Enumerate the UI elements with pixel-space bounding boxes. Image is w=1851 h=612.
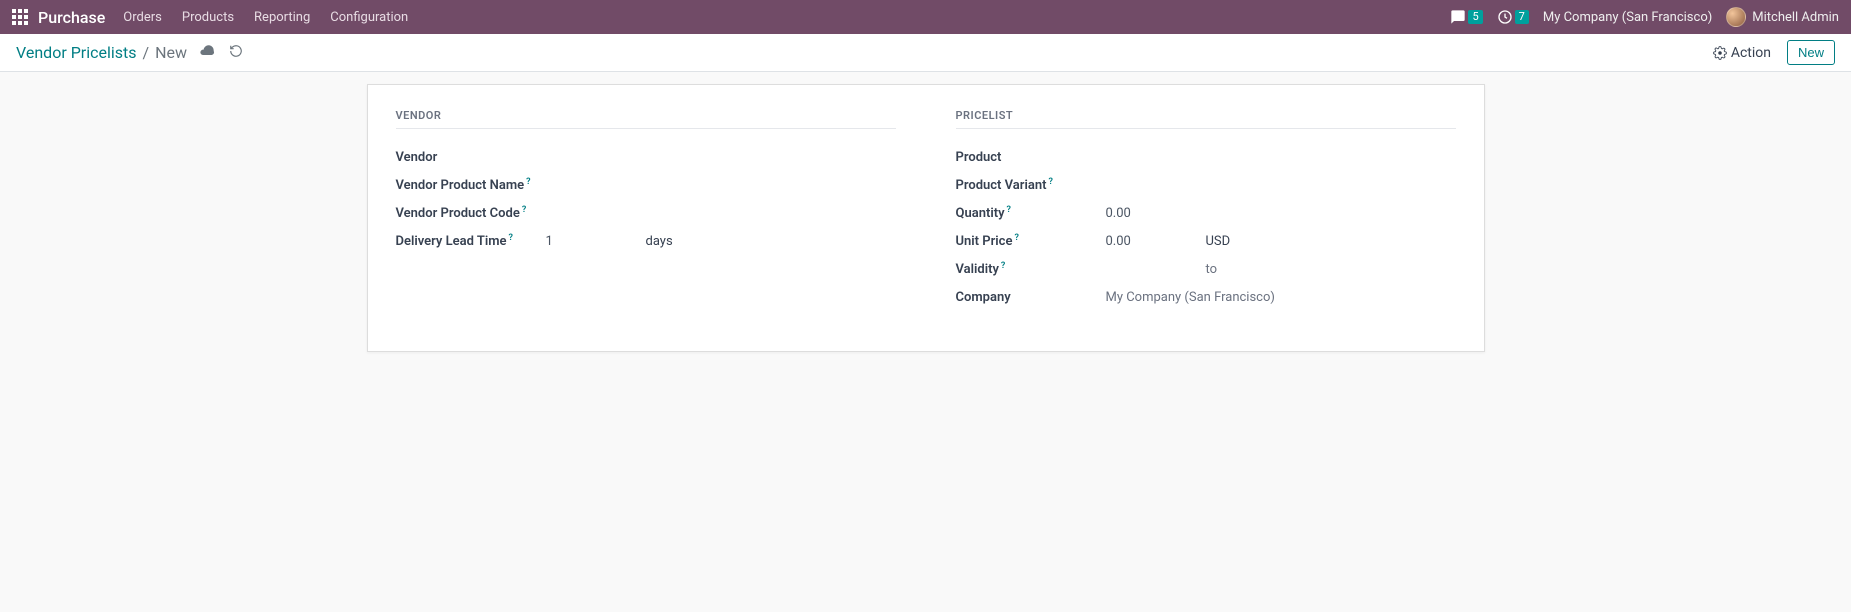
unit-price-label: Unit Price: [956, 234, 1013, 249]
app-brand[interactable]: Purchase: [38, 8, 105, 27]
unit-price-value[interactable]: 0.00: [1106, 234, 1166, 249]
cloud-save-icon[interactable]: [199, 43, 215, 63]
validity-label: Validity: [956, 262, 999, 277]
help-icon[interactable]: ?: [1048, 177, 1052, 187]
delivery-lead-time-value[interactable]: 1: [546, 234, 606, 249]
delivery-lead-time-label: Delivery Lead Time: [396, 234, 507, 249]
product-label: Product: [956, 150, 1002, 165]
company-label: Company: [956, 290, 1011, 305]
messages-button[interactable]: 5: [1450, 9, 1482, 25]
avatar: [1726, 7, 1746, 27]
discard-icon[interactable]: [229, 44, 243, 62]
breadcrumb: Vendor Pricelists / New: [16, 43, 187, 62]
breadcrumb-separator: /: [143, 43, 150, 62]
user-menu[interactable]: Mitchell Admin: [1726, 7, 1839, 27]
menu-reporting[interactable]: Reporting: [254, 10, 310, 25]
help-icon[interactable]: ?: [1014, 233, 1018, 243]
user-name: Mitchell Admin: [1752, 10, 1839, 25]
menu-orders[interactable]: Orders: [123, 10, 162, 25]
messages-badge: 5: [1468, 10, 1482, 24]
unit-price-currency[interactable]: USD: [1206, 234, 1231, 249]
vendor-section: VENDOR Vendor Vendor Product Name ? Vend…: [396, 109, 896, 311]
top-navbar: Purchase Orders Products Reporting Confi…: [0, 0, 1851, 34]
breadcrumb-current: New: [155, 43, 187, 62]
company-switcher[interactable]: My Company (San Francisco): [1543, 10, 1712, 25]
apps-icon[interactable]: [12, 9, 28, 25]
vendor-product-name-label: Vendor Product Name: [396, 178, 525, 193]
product-variant-label: Product Variant: [956, 178, 1047, 193]
company-value[interactable]: My Company (San Francisco): [1106, 290, 1275, 305]
help-icon[interactable]: ?: [509, 233, 513, 243]
pricelist-section: PRICELIST Product Product Variant ? Quan…: [956, 109, 1456, 311]
form-sheet: VENDOR Vendor Vendor Product Name ? Vend…: [367, 84, 1485, 352]
menu-configuration[interactable]: Configuration: [330, 10, 408, 25]
action-label: Action: [1731, 45, 1771, 61]
activities-badge: 7: [1515, 10, 1529, 24]
help-icon[interactable]: ?: [1007, 205, 1011, 215]
pricelist-section-title: PRICELIST: [956, 109, 1456, 129]
validity-to-label: to: [1206, 262, 1218, 277]
menu-products[interactable]: Products: [182, 10, 234, 25]
help-icon[interactable]: ?: [1001, 261, 1005, 271]
quantity-label: Quantity: [956, 206, 1005, 221]
vendor-section-title: VENDOR: [396, 109, 896, 129]
control-bar: Vendor Pricelists / New Action New: [0, 34, 1851, 72]
help-icon[interactable]: ?: [526, 177, 530, 187]
breadcrumb-parent[interactable]: Vendor Pricelists: [16, 43, 137, 62]
action-dropdown[interactable]: Action: [1713, 45, 1771, 61]
quantity-value[interactable]: 0.00: [1106, 206, 1166, 221]
main-menu: Orders Products Reporting Configuration: [123, 10, 408, 25]
vendor-label: Vendor: [396, 150, 438, 165]
help-icon[interactable]: ?: [522, 205, 526, 215]
new-button[interactable]: New: [1787, 40, 1835, 65]
activities-button[interactable]: 7: [1497, 9, 1529, 25]
delivery-lead-time-unit: days: [646, 234, 673, 249]
vendor-product-code-label: Vendor Product Code: [396, 206, 520, 221]
